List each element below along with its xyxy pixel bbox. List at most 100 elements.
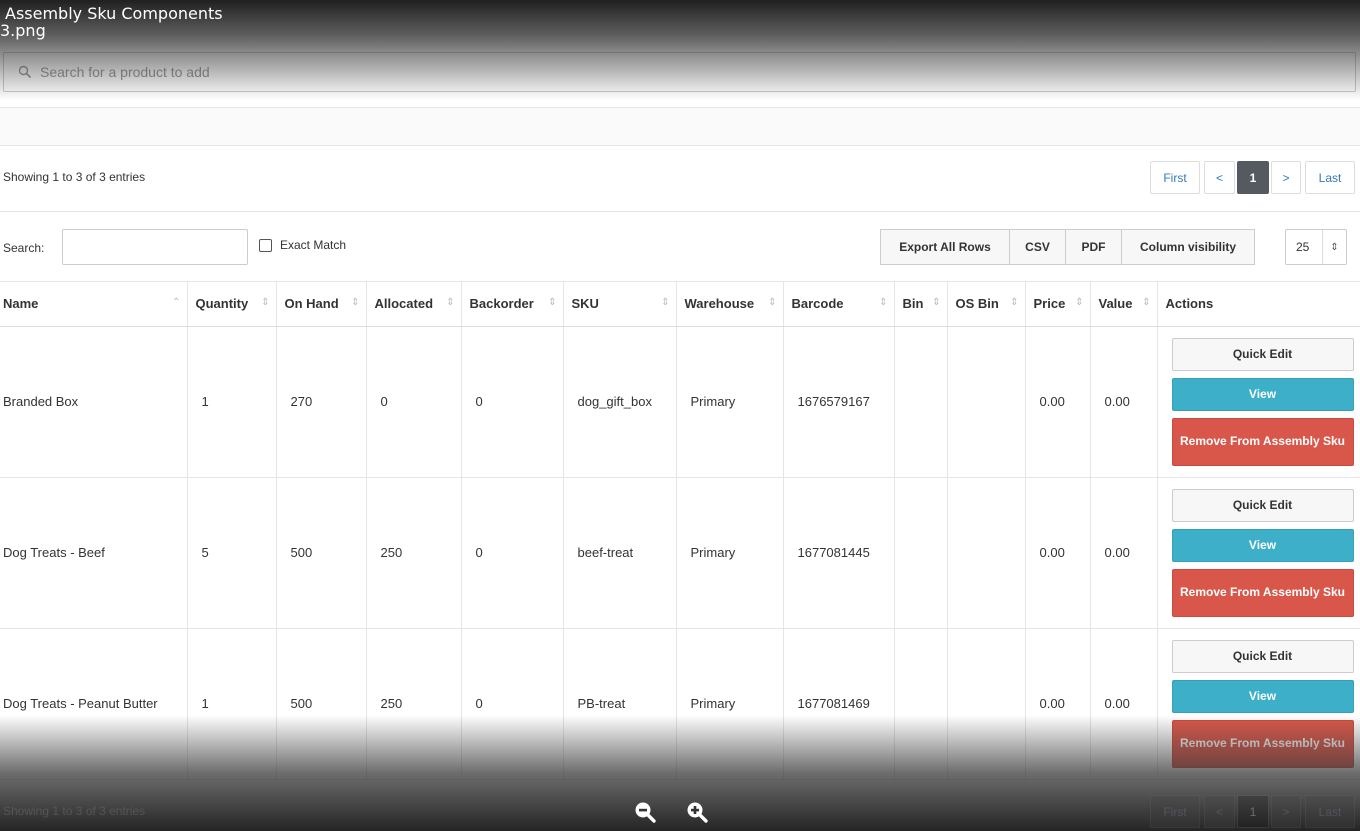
page-length-select[interactable]: 25 ⇕	[1285, 229, 1347, 265]
cell-quantity: 5	[187, 477, 277, 629]
quick-edit-button[interactable]: Quick Edit	[1171, 639, 1354, 673]
sort-icon: ⇕	[261, 297, 270, 308]
cell-warehouse: Primary	[676, 326, 784, 478]
view-button[interactable]: View	[1171, 377, 1354, 411]
exact-match-toggle[interactable]: Exact Match	[259, 238, 346, 252]
exact-match-label: Exact Match	[280, 238, 347, 252]
pagination-first[interactable]: First	[1150, 161, 1200, 194]
cell-allocated: 250	[366, 628, 462, 780]
cell-bin	[894, 326, 948, 478]
zoom-in-icon[interactable]	[685, 800, 709, 824]
sort-icon: ⇕	[1075, 297, 1084, 308]
column-header-sku[interactable]: SKU ⇕	[563, 282, 677, 327]
column-header-value[interactable]: Value ⇕	[1090, 282, 1158, 327]
column-header-os-bin[interactable]: OS Bin ⇕	[947, 282, 1026, 327]
cell-backorder: 0	[461, 326, 564, 478]
sort-asc-icon: ⌃	[172, 297, 181, 308]
cell-quantity: 1	[187, 326, 277, 478]
cell-name: Branded Box	[0, 326, 188, 478]
cell-allocated: 0	[366, 326, 462, 478]
cell-os-bin	[947, 628, 1026, 780]
pdf-button[interactable]: PDF	[1065, 229, 1122, 265]
column-header-warehouse[interactable]: Warehouse ⇕	[676, 282, 784, 327]
pagination-last[interactable]: Last	[1305, 161, 1355, 194]
sort-icon: ⇕	[768, 297, 777, 308]
cell-barcode: 1677081445	[783, 477, 895, 629]
cell-on-hand: 500	[276, 477, 367, 629]
product-search-input[interactable]: Search for a product to add	[3, 52, 1356, 92]
cell-backorder: 0	[461, 477, 564, 629]
cell-actions: Quick Edit View Remove From Assembly Sku	[1157, 326, 1360, 478]
search-icon	[18, 65, 32, 79]
sort-icon: ⇕	[879, 297, 888, 308]
assembly-sku-components-page: Search for a product to add Showing 1 to…	[0, 0, 1360, 831]
column-header-barcode[interactable]: Barcode ⇕	[783, 282, 895, 327]
column-header-backorder[interactable]: Backorder ⇕	[461, 282, 564, 327]
column-visibility-button[interactable]: Column visibility	[1121, 229, 1255, 265]
quick-edit-button[interactable]: Quick Edit	[1171, 337, 1354, 371]
column-header-allocated[interactable]: Allocated ⇕	[366, 282, 462, 327]
remove-from-assembly-button[interactable]: Remove From Assembly Sku	[1171, 719, 1354, 768]
remove-from-assembly-button[interactable]: Remove From Assembly Sku	[1171, 568, 1354, 617]
sort-icon: ⇕	[1010, 297, 1019, 308]
quick-edit-button[interactable]: Quick Edit	[1171, 488, 1354, 522]
csv-button[interactable]: CSV	[1009, 229, 1066, 265]
cell-value: 0.00	[1090, 628, 1158, 780]
product-search-placeholder: Search for a product to add	[40, 64, 210, 80]
footer-pagination-last[interactable]: Last	[1305, 795, 1355, 828]
table-row: Branded Box 1 270 0 0 dog_gift_box Prima…	[0, 326, 1360, 478]
cell-name: Dog Treats - Peanut Butter	[0, 628, 188, 780]
column-header-bin[interactable]: Bin ⇕	[894, 282, 948, 327]
footer-pagination-current[interactable]: 1	[1237, 795, 1269, 828]
footer-table-info: Showing 1 to 3 of 3 entries	[3, 804, 146, 818]
cell-os-bin	[947, 477, 1026, 629]
sort-icon: ⇕	[548, 297, 557, 308]
cell-price: 0.00	[1025, 628, 1091, 780]
view-button[interactable]: View	[1171, 528, 1354, 562]
cell-quantity: 1	[187, 628, 277, 780]
cell-allocated: 250	[366, 477, 462, 629]
footer-pagination-next[interactable]: >	[1271, 795, 1301, 828]
table-toolbar: Search: Exact Match Export All Rows CSV …	[0, 212, 1360, 282]
zoom-out-icon[interactable]	[633, 800, 657, 824]
column-header-actions: Actions	[1157, 282, 1360, 327]
export-button-group: Export All Rows CSV PDF Column visibilit…	[880, 229, 1255, 265]
table-search-input[interactable]	[62, 229, 248, 265]
column-header-on-hand[interactable]: On Hand ⇕	[276, 282, 367, 327]
footer-pagination: First < 1 > Last	[1146, 795, 1355, 828]
cell-price: 0.00	[1025, 477, 1091, 629]
cell-value: 0.00	[1090, 326, 1158, 478]
pagination: First < 1 > Last	[1146, 161, 1355, 194]
components-table: Name ⌃ Quantity ⇕ On Hand ⇕ Allocated ⇕ Back…	[0, 282, 1360, 780]
cell-value: 0.00	[1090, 477, 1158, 629]
export-all-rows-button[interactable]: Export All Rows	[880, 229, 1010, 265]
view-button[interactable]: View	[1171, 679, 1354, 713]
viewer-filename: 3.png	[0, 21, 46, 40]
sort-icon: ⇕	[446, 297, 455, 308]
table-info: Showing 1 to 3 of 3 entries	[3, 170, 146, 184]
footer-pagination-prev[interactable]: <	[1204, 795, 1235, 828]
cell-bin	[894, 628, 948, 780]
cell-actions: Quick Edit View Remove From Assembly Sku	[1157, 628, 1360, 780]
select-arrows-icon: ⇕	[1322, 230, 1346, 264]
cell-sku: dog_gift_box	[563, 326, 677, 478]
cell-price: 0.00	[1025, 326, 1091, 478]
column-header-price[interactable]: Price ⇕	[1025, 282, 1091, 327]
sort-icon: ⇕	[932, 297, 941, 308]
pagination-current[interactable]: 1	[1237, 161, 1269, 194]
exact-match-checkbox[interactable]	[259, 238, 272, 252]
pagination-next[interactable]: >	[1271, 161, 1301, 194]
column-header-name[interactable]: Name ⌃	[0, 282, 188, 327]
cell-bin	[894, 477, 948, 629]
cell-sku: PB-treat	[563, 628, 677, 780]
cell-on-hand: 270	[276, 326, 367, 478]
cell-warehouse: Primary	[676, 477, 784, 629]
remove-from-assembly-button[interactable]: Remove From Assembly Sku	[1171, 417, 1354, 466]
sort-icon: ⇕	[351, 297, 360, 308]
pagination-prev[interactable]: <	[1204, 161, 1235, 194]
footer-pagination-first[interactable]: First	[1150, 795, 1200, 828]
table-header-row: Name ⌃ Quantity ⇕ On Hand ⇕ Allocated ⇕ Back…	[0, 282, 1360, 327]
table-row: Dog Treats - Peanut Butter 1 500 250 0 P…	[0, 628, 1360, 780]
cell-on-hand: 500	[276, 628, 367, 780]
column-header-quantity[interactable]: Quantity ⇕	[187, 282, 277, 327]
